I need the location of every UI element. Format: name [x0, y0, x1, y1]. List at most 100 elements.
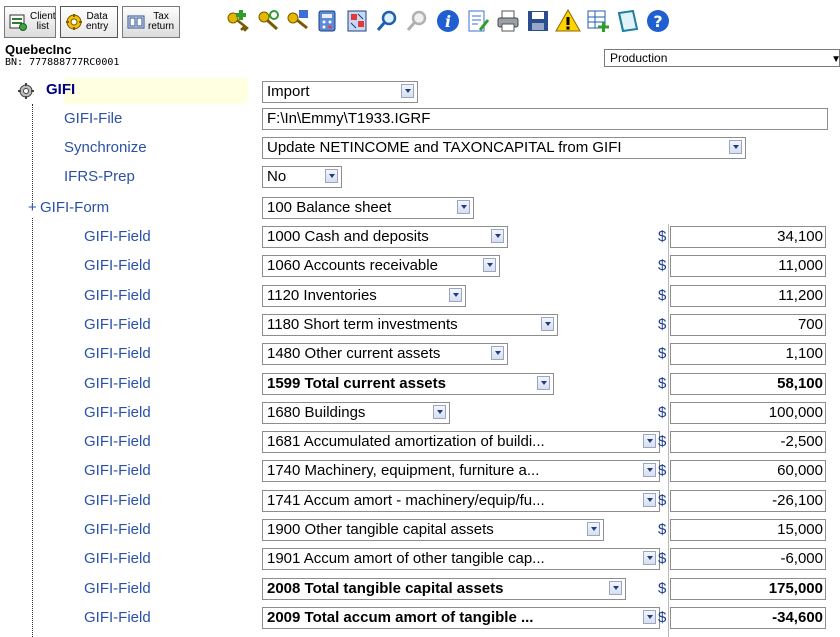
environment-value: Production — [610, 51, 668, 65]
gifi-form-select[interactable]: 100 Balance sheet — [262, 197, 474, 219]
chevron-down-icon[interactable] — [643, 434, 656, 448]
gifi-field-row: GIFI-Field 2008 Total tangible capital as… — [0, 578, 840, 604]
key-lock-icon[interactable] — [285, 8, 311, 34]
warning-icon[interactable] — [555, 8, 581, 34]
gifi-field-label: GIFI-Field — [84, 462, 151, 479]
amount-field[interactable]: 100,000 — [670, 402, 826, 424]
currency-symbol: $ — [658, 580, 667, 597]
search-icon[interactable] — [375, 8, 401, 34]
chevron-down-icon[interactable] — [729, 140, 742, 154]
save-icon[interactable] — [525, 8, 551, 34]
gifi-item-value: 1120 Inventories — [267, 287, 377, 304]
amount-field[interactable]: -6,000 — [670, 548, 826, 570]
environment-select[interactable]: Production ▼ — [604, 49, 840, 67]
currency-symbol: $ — [658, 316, 667, 333]
add-table-icon[interactable] — [585, 8, 611, 34]
gear-icon[interactable] — [16, 81, 38, 106]
gifi-item-select[interactable]: 1000 Cash and deposits — [262, 226, 508, 248]
gifi-item-select[interactable]: 1480 Other current assets — [262, 343, 508, 365]
currency-symbol: $ — [658, 375, 667, 392]
gifi-item-select[interactable]: 1060 Accounts receivable — [262, 255, 500, 277]
print-icon[interactable] — [495, 8, 521, 34]
gifi-item-select[interactable]: 1741 Accum amort - machinery/equip/fu... — [262, 490, 660, 512]
gifi-item-select[interactable]: 2009 Total accum amort of tangible ... — [262, 607, 660, 629]
client-list-button[interactable]: Client list — [4, 6, 56, 38]
data-entry-button[interactable]: Data entry — [60, 6, 118, 38]
amount-field[interactable]: 15,000 — [670, 519, 826, 541]
currency-symbol: $ — [658, 609, 667, 626]
gifi-form-label: GIFI-Form — [40, 199, 110, 216]
gifi-item-select[interactable]: 1680 Buildings — [262, 402, 450, 424]
gifi-item-select[interactable]: 1681 Accumulated amortization of buildi.… — [262, 431, 660, 453]
chevron-down-icon[interactable] — [449, 288, 462, 302]
chevron-down-icon[interactable] — [537, 376, 550, 390]
currency-symbol: $ — [658, 433, 667, 450]
chevron-down-icon[interactable]: ▼ — [831, 52, 840, 68]
diagnostics-icon[interactable] — [615, 8, 641, 34]
amount-field[interactable]: 11,000 — [670, 255, 826, 277]
gifi-item-value: 1060 Accounts receivable — [267, 257, 438, 274]
chevron-down-icon[interactable] — [483, 258, 496, 272]
chevron-down-icon[interactable] — [643, 551, 656, 565]
ifrs-prep-row: IFRS-Prep No — [0, 166, 840, 192]
chevron-down-icon[interactable] — [491, 346, 504, 360]
amount-field[interactable]: -2,500 — [670, 431, 826, 453]
split-calc-icon[interactable] — [345, 8, 371, 34]
data-entry-label: Data entry — [86, 11, 109, 32]
key-add-icon[interactable] — [225, 8, 251, 34]
synchronize-value: Update NETINCOME and TAXONCAPITAL from G… — [267, 139, 622, 156]
chevron-down-icon[interactable] — [491, 229, 504, 243]
amount-field[interactable]: 1,100 — [670, 343, 826, 365]
gifi-field-label: GIFI-Field — [84, 316, 151, 333]
gifi-field-label: GIFI-Field — [84, 609, 151, 626]
info-icon[interactable]: i — [435, 8, 461, 34]
gifi-item-select[interactable]: 1120 Inventories — [262, 285, 466, 307]
amount-field[interactable]: 11,200 — [670, 285, 826, 307]
gifi-item-value: 1180 Short term investments — [267, 316, 458, 333]
gifi-field-row: GIFI-Field 1060 Accounts receivable $11,00… — [0, 255, 840, 281]
gifi-field-row: GIFI-Field 1180 Short term investments $70… — [0, 314, 840, 340]
chevron-down-icon[interactable] — [643, 493, 656, 507]
gifi-field-row: GIFI-Field 1680 Buildings $100,000 — [0, 402, 840, 428]
chevron-down-icon[interactable] — [401, 84, 414, 98]
ifrs-prep-select[interactable]: No — [262, 166, 342, 188]
key-search-icon[interactable] — [255, 8, 281, 34]
expand-toggle[interactable]: + — [28, 197, 37, 219]
amount-field[interactable]: -26,100 — [670, 490, 826, 512]
gifi-item-select[interactable]: 1599 Total current assets — [262, 373, 554, 395]
amount-field[interactable]: 60,000 — [670, 460, 826, 482]
chevron-down-icon[interactable] — [325, 169, 338, 183]
amount-field: 58,100 — [670, 373, 826, 395]
gifi-field-row: GIFI-Field 1681 Accumulated amortization … — [0, 431, 840, 457]
gifi-item-select[interactable]: 1740 Machinery, equipment, furniture a..… — [262, 460, 660, 482]
gifi-item-select[interactable]: 1180 Short term investments — [262, 314, 558, 336]
gifi-file-input[interactable]: F:\In\Emmy\T1933.IGRF — [262, 108, 828, 130]
chevron-down-icon[interactable] — [609, 581, 622, 595]
calculator-icon[interactable] — [315, 8, 341, 34]
tax-return-button[interactable]: Tax return — [122, 6, 180, 38]
chevron-down-icon[interactable] — [643, 463, 656, 477]
svg-text:i: i — [445, 12, 451, 31]
gifi-field-label: GIFI-Field — [84, 228, 151, 245]
help-icon[interactable]: ? — [645, 8, 671, 34]
gifi-item-select[interactable]: 1901 Accum amort of other tangible cap..… — [262, 548, 660, 570]
chevron-down-icon[interactable] — [587, 522, 600, 536]
chevron-down-icon[interactable] — [643, 610, 656, 624]
gifi-select[interactable]: Import — [262, 81, 418, 103]
gifi-form-row: + GIFI-Form 100 Balance sheet — [0, 197, 840, 223]
gifi-item-select[interactable]: 2008 Total tangible capital assets — [262, 578, 626, 600]
gifi-item-value: 1680 Buildings — [267, 404, 366, 421]
chevron-down-icon[interactable] — [541, 317, 554, 331]
chevron-down-icon[interactable] — [433, 405, 446, 419]
search-next-icon[interactable] — [405, 8, 431, 34]
ifrs-prep-value: No — [267, 168, 287, 185]
gifi-item-select[interactable]: 1900 Other tangible capital assets — [262, 519, 604, 541]
amount-field[interactable]: 700 — [670, 314, 826, 336]
amount-field[interactable]: 34,100 — [670, 226, 826, 248]
gifi-field-label: GIFI-Field — [84, 257, 151, 274]
currency-symbol: $ — [658, 492, 667, 509]
synchronize-select[interactable]: Update NETINCOME and TAXONCAPITAL from G… — [262, 137, 746, 159]
notes-icon[interactable] — [465, 8, 491, 34]
gifi-field-label: GIFI-Field — [84, 550, 151, 567]
chevron-down-icon[interactable] — [457, 200, 470, 214]
